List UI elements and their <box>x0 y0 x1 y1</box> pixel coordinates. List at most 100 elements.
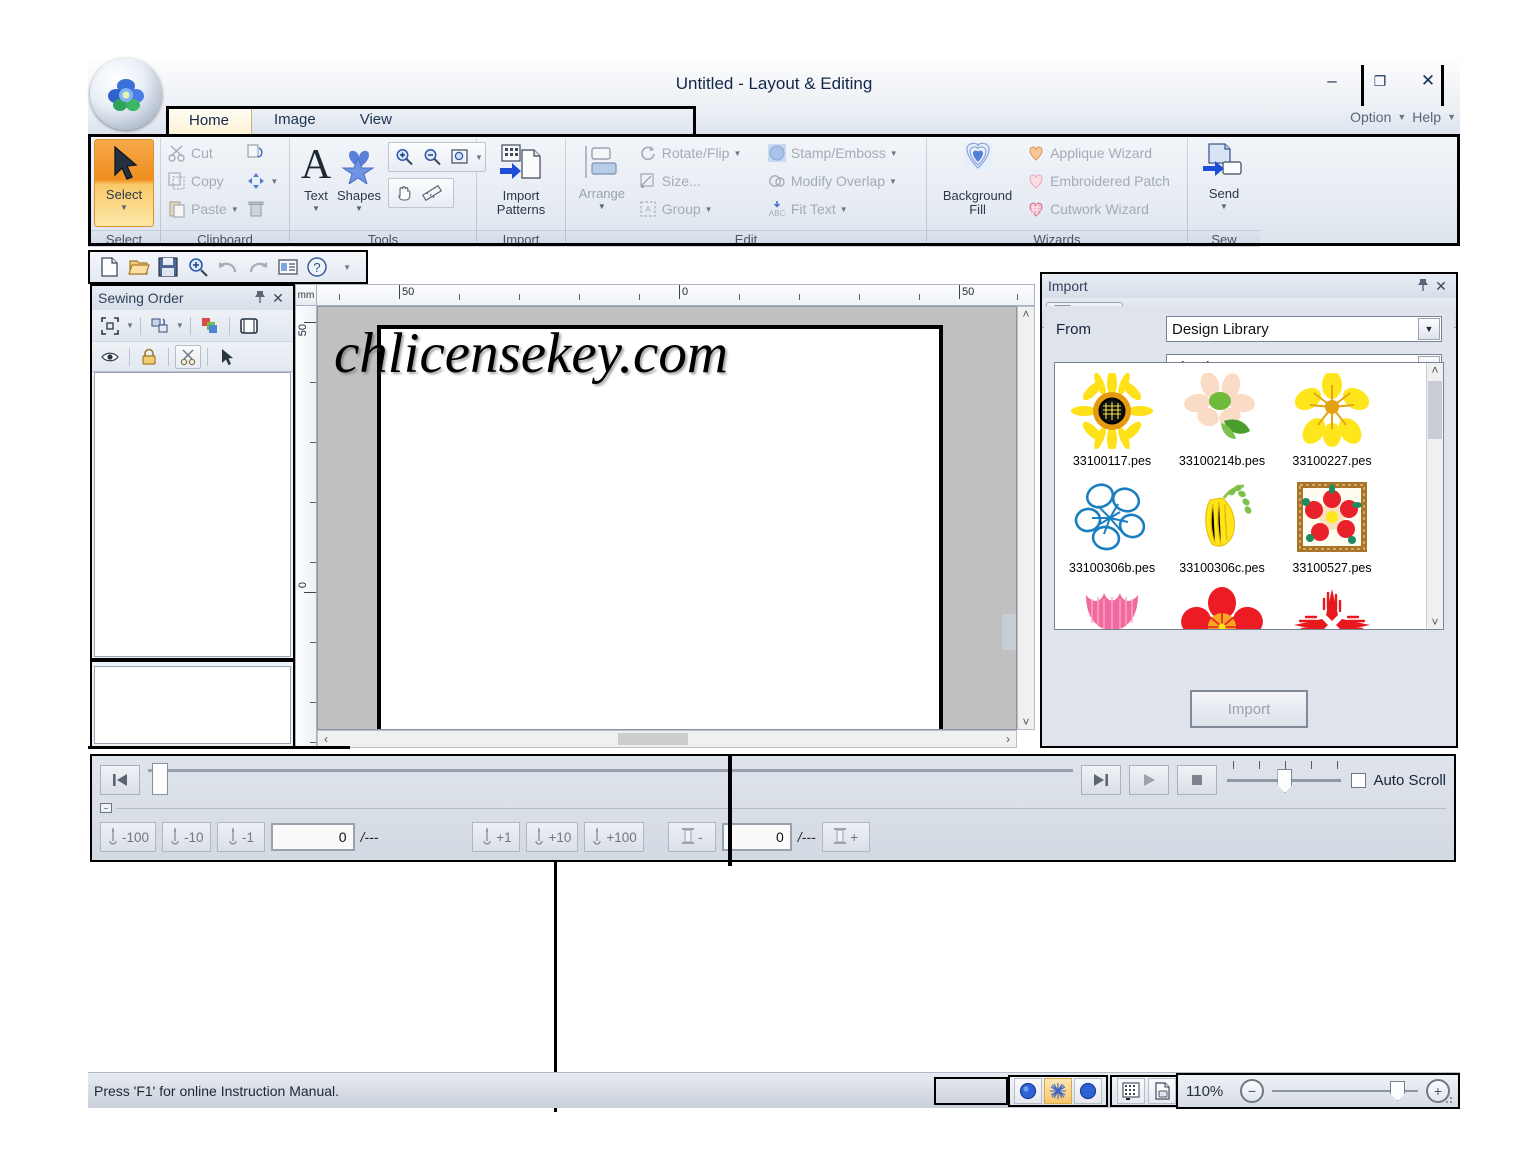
grid-icon[interactable] <box>1116 1078 1145 1104</box>
scroll-up-icon[interactable]: ˄ <box>1427 363 1443 377</box>
option-menu[interactable]: Option <box>1350 109 1391 125</box>
forward-to-end-button[interactable] <box>1081 765 1122 795</box>
normal-view-icon[interactable] <box>1074 1078 1102 1104</box>
design-item[interactable]: 33100306c.pes <box>1167 476 1277 575</box>
import-patterns-button[interactable]: Import Patterns <box>483 139 559 217</box>
design-item[interactable]: 33103504a.pes <box>1277 583 1387 629</box>
paste-button[interactable]: Paste ▼ <box>167 195 242 223</box>
mirror-button[interactable]: ▼ <box>246 167 283 195</box>
pin-icon[interactable] <box>251 290 269 307</box>
application-button[interactable] <box>90 58 162 130</box>
chevron-down-icon[interactable]: ▼ <box>176 321 184 330</box>
cut-button[interactable]: Cut <box>167 139 242 167</box>
canvas-vertical-scrollbar[interactable]: ˄ ˅ <box>1017 306 1035 730</box>
stitch-position-slider[interactable] <box>148 763 1074 797</box>
chevron-down-icon[interactable]: ▼ <box>126 321 134 330</box>
background-fill-button[interactable]: bg Background Fill <box>933 139 1022 217</box>
zoom-out-icon[interactable] <box>419 145 445 169</box>
design-item[interactable]: 33102525a.pes <box>1167 583 1277 629</box>
scroll-right-icon[interactable]: › <box>1000 732 1016 746</box>
chevron-down-icon[interactable]: ▼ <box>840 205 848 214</box>
scroll-left-icon[interactable]: ‹ <box>318 732 334 746</box>
new-icon[interactable] <box>96 254 122 280</box>
minimize-button[interactable]: – <box>1308 66 1356 96</box>
chevron-down-icon[interactable]: ▼ <box>1447 112 1456 122</box>
close-icon[interactable]: ✕ <box>1432 278 1450 295</box>
color-minus-button[interactable]: - <box>667 822 716 852</box>
stamp-emboss-button[interactable]: Stamp/Emboss ▼ <box>767 139 920 167</box>
sewing-order-change-icon[interactable] <box>147 314 173 338</box>
arrange-button[interactable]: Arrange ▼ <box>572 139 632 211</box>
scroll-down-icon[interactable]: ˅ <box>1427 615 1443 629</box>
lock-icon[interactable] <box>136 345 162 369</box>
send-button[interactable]: Send ▼ <box>1194 139 1254 211</box>
design-gallery[interactable]: 33100117.pes 33100214b.pes 33100227.pes … <box>1054 362 1444 630</box>
embroidered-patch-button[interactable]: Embroidered Patch <box>1026 167 1181 195</box>
tab-view[interactable]: View <box>338 106 414 134</box>
stitch-minus-10-button[interactable]: -10 <box>162 822 211 852</box>
chevron-down-icon[interactable]: ▼ <box>890 149 898 158</box>
vertical-ruler[interactable]: 50 0 50 <box>295 306 317 748</box>
zoom-slider-thumb[interactable] <box>1390 1081 1405 1101</box>
range-minus-icon[interactable]: − <box>100 803 112 813</box>
chevron-down-icon[interactable]: ▼ <box>355 204 363 213</box>
chevron-down-icon[interactable]: ▼ <box>312 204 320 213</box>
stitch-minus-100-button[interactable]: -100 <box>100 822 157 852</box>
stitch-view-icon[interactable] <box>1044 1078 1072 1104</box>
stitch-plus-1-button[interactable]: +1 <box>472 822 521 852</box>
redo-icon[interactable] <box>245 254 271 280</box>
close-button[interactable]: ✕ <box>1404 66 1452 96</box>
zoom-in-icon[interactable] <box>391 145 417 169</box>
properties-icon[interactable] <box>275 254 301 280</box>
gallery-scroll-thumb[interactable] <box>1428 381 1442 439</box>
pin-icon[interactable] <box>1414 278 1432 295</box>
fit-to-window-icon[interactable] <box>97 314 123 338</box>
scroll-up-icon[interactable]: ˄ <box>1018 307 1034 321</box>
undo-icon[interactable] <box>215 254 241 280</box>
scroll-down-icon[interactable]: ˅ <box>1018 715 1034 729</box>
color-sort-icon[interactable] <box>197 314 223 338</box>
auto-scroll-checkbox-row[interactable]: Auto Scroll <box>1351 772 1446 789</box>
color-number-field[interactable]: 0 <box>721 823 792 851</box>
design-item[interactable]: 33101615a.pes <box>1057 583 1167 629</box>
open-icon[interactable] <box>126 254 152 280</box>
applique-wizard-button[interactable]: Applique Wizard <box>1026 139 1181 167</box>
chevron-down-icon[interactable]: ▼ <box>1397 112 1406 122</box>
chevron-down-icon[interactable]: ▼ <box>733 149 741 158</box>
sewing-order-list[interactable] <box>94 372 291 657</box>
ruler-unit-label[interactable]: mm <box>295 284 317 306</box>
text-tool-button[interactable]: A Text ▼ <box>296 139 336 213</box>
page-preview-icon[interactable] <box>1147 1078 1176 1104</box>
duplicate-button[interactable] <box>246 139 283 167</box>
canvas-viewport[interactable]: chlicensekey.com <box>317 306 1017 730</box>
design-item[interactable]: 33100227.pes <box>1277 369 1387 468</box>
delete-button[interactable] <box>246 195 283 223</box>
tab-image[interactable]: Image <box>252 106 338 134</box>
horizontal-ruler[interactable]: 50 0 50 <box>317 284 1035 306</box>
sewing-order-secondary-list[interactable] <box>94 666 291 744</box>
chevron-down-icon[interactable]: ▼ <box>598 202 606 211</box>
chevron-down-icon[interactable]: ▼ <box>889 177 897 186</box>
chevron-down-icon[interactable]: ▼ <box>334 254 360 280</box>
copy-button[interactable]: Copy <box>167 167 242 195</box>
chevron-down-icon[interactable]: ▼ <box>1418 318 1440 340</box>
stitch-minus-1-button[interactable]: -1 <box>216 822 265 852</box>
stitch-number-field[interactable]: 0 <box>270 823 355 851</box>
arrow-cursor-icon[interactable] <box>214 345 240 369</box>
stitch-plus-10-button[interactable]: +10 <box>526 822 579 852</box>
import-button[interactable]: Import <box>1190 690 1308 728</box>
cut-stitch-icon[interactable] <box>175 344 201 369</box>
canvas-vertical-scroll-thumb[interactable] <box>1002 614 1016 650</box>
cutwork-wizard-button[interactable]: Cutwork Wizard <box>1026 195 1181 223</box>
chevron-down-icon[interactable]: ▼ <box>705 205 713 214</box>
window-resize-grip[interactable] <box>1442 1092 1454 1104</box>
hoop-icon[interactable] <box>236 314 262 338</box>
save-icon[interactable] <box>156 254 182 280</box>
size-button[interactable]: Size... <box>638 167 763 195</box>
close-icon[interactable]: ✕ <box>269 290 287 307</box>
shapes-tool-button[interactable]: Shapes ▼ <box>336 139 382 213</box>
rewind-to-start-button[interactable] <box>100 765 140 795</box>
design-item[interactable]: 33100527.pes <box>1277 476 1387 575</box>
modify-overlap-button[interactable]: Modify Overlap ▼ <box>767 167 920 195</box>
chevron-down-icon[interactable]: ▼ <box>231 205 239 214</box>
